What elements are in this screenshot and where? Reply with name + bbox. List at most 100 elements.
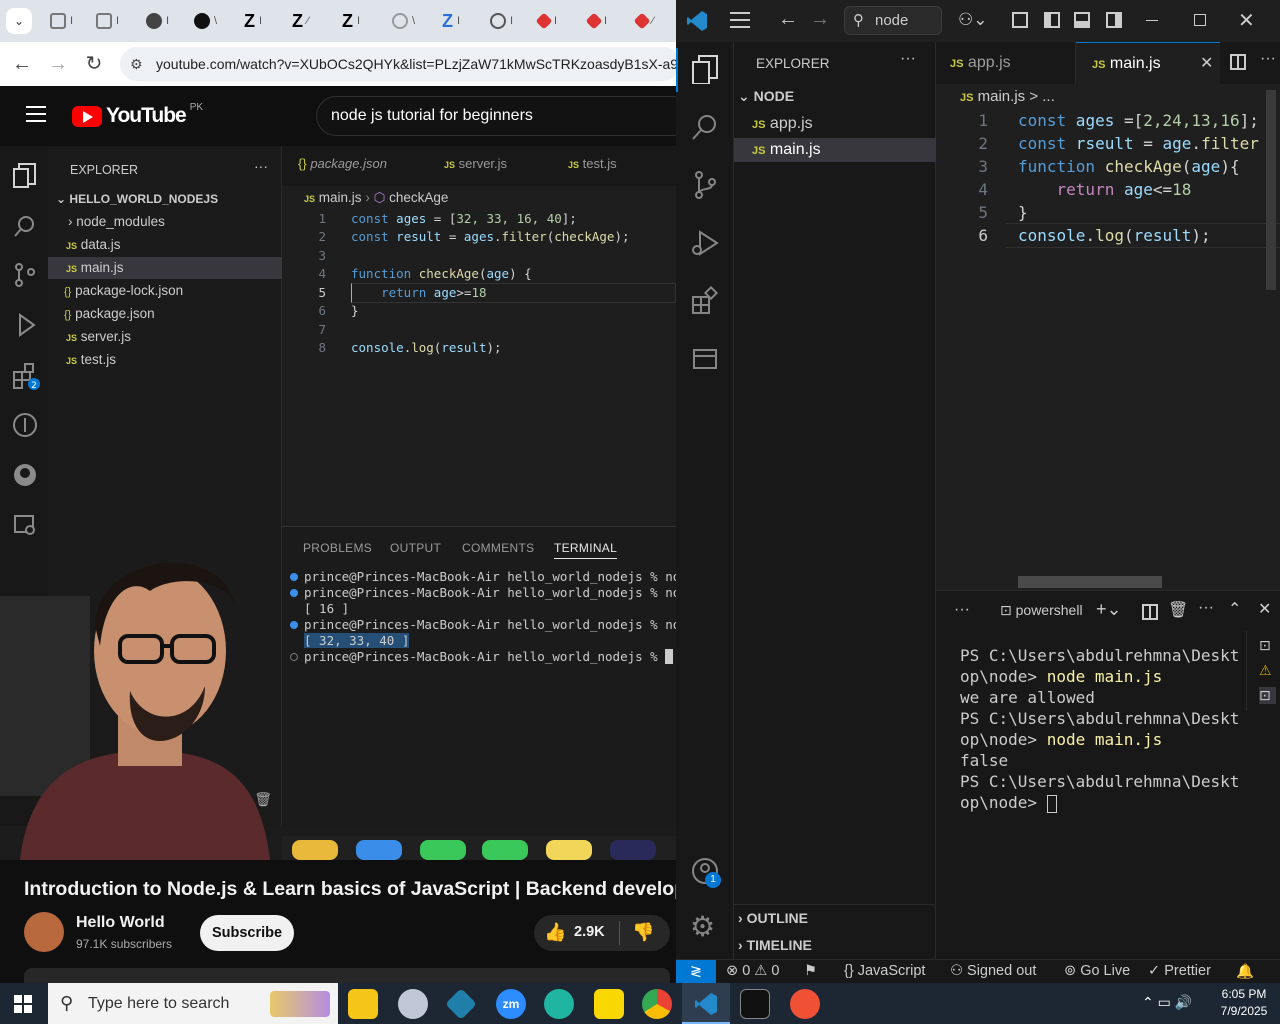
maximize-panel-icon[interactable]: ⌃ [1228, 599, 1241, 619]
file-item[interactable]: {} package-lock.json [48, 280, 282, 302]
file-item[interactable]: JS test.js [48, 349, 282, 371]
extensions-icon[interactable] [690, 286, 720, 316]
windows-start-icon[interactable] [14, 995, 32, 1013]
url-field[interactable]: ⚙ youtube.com/watch?v=XUbOCs2QHYk&list=P… [120, 47, 676, 81]
video-player[interactable]: 2 EXPLORER ··· ⌄ HELLO_WORLD_NODEJS › no… [0, 146, 676, 860]
customize-layout-icon[interactable] [1012, 12, 1028, 28]
reload-icon[interactable]: ↻ [82, 52, 106, 76]
toggle-panel-icon[interactable] [1074, 12, 1090, 28]
site-info-icon[interactable]: ⚙ [130, 47, 143, 81]
file-item-main-js[interactable]: JS main.js [734, 138, 936, 162]
vertical-scrollbar[interactable] [1266, 90, 1276, 290]
remote-explorer-icon[interactable] [690, 344, 720, 374]
warning-icon[interactable]: ⚠ [1259, 662, 1276, 679]
channel-avatar[interactable] [24, 912, 64, 952]
taskbar-active-app[interactable] [682, 983, 730, 1024]
notifications-bell-icon[interactable]: 🔔 [1236, 963, 1254, 980]
project-folder[interactable]: ⌄ HELLO_WORLD_NODEJS [48, 188, 282, 210]
youtube-search-input[interactable]: node js tutorial for beginners [316, 96, 676, 136]
back-icon[interactable]: ← [10, 52, 34, 76]
more-actions-icon[interactable]: ··· [1260, 50, 1276, 68]
toggle-secondary-sidebar-icon[interactable] [1106, 12, 1122, 28]
file-item[interactable]: JS data.js [48, 234, 282, 256]
browser-tab[interactable]: Z ⁄ [286, 8, 326, 34]
file-item[interactable]: › node_modules [48, 211, 282, 233]
split-terminal-icon[interactable] [1142, 604, 1158, 620]
tab-comments[interactable]: COMMENTS [462, 541, 534, 555]
close-panel-icon[interactable]: ✕ [1258, 599, 1271, 619]
browser-tab[interactable]: Ι [44, 8, 84, 34]
terminal-tab-icon[interactable]: ⊡ [1259, 637, 1276, 654]
tab-search-button[interactable]: ⌄ [6, 8, 32, 34]
source-control-icon[interactable] [690, 170, 720, 200]
browser-tab[interactable]: ⁄ [630, 8, 670, 34]
browser-tab[interactable]: ZΙ [436, 8, 476, 34]
app-icon[interactable] [445, 988, 477, 1020]
minimize-icon[interactable] [1146, 20, 1158, 21]
browser-tab[interactable]: Ι [582, 8, 622, 34]
menu-icon[interactable] [730, 12, 750, 28]
browser-tab[interactable]: ZΙ [238, 8, 278, 34]
new-terminal-icon[interactable]: +⌄ [1096, 599, 1122, 620]
file-item[interactable]: {} package.json [48, 303, 282, 325]
terminal-shell-selector[interactable]: ⊡ powershell [1000, 602, 1083, 619]
file-item-app-js[interactable]: JS app.js [734, 112, 936, 136]
file-item[interactable]: JS main.js [48, 257, 282, 279]
tab-terminal[interactable]: TERMINAL [554, 541, 618, 559]
problems-status[interactable]: ⊗ 0 ⚠ 0 [726, 963, 779, 979]
browser-tab[interactable]: Ι [484, 8, 524, 34]
browser-tab[interactable]: ZΙ [336, 8, 376, 34]
tab-test-js[interactable]: JS test.js [568, 156, 617, 171]
back-icon[interactable]: ← [778, 8, 798, 31]
tray-icons[interactable]: ⌃ ▭ 🔊 [1142, 994, 1192, 1011]
tab-app-js[interactable]: JS app.js [936, 42, 1076, 84]
browser-tab[interactable]: Ι [532, 8, 572, 34]
file-item[interactable]: JS server.js [48, 326, 282, 348]
terminal-tab-icon[interactable]: ⊡ [1259, 687, 1276, 704]
more-icon[interactable]: ··· [254, 158, 268, 174]
forward-icon[interactable]: → [810, 8, 830, 31]
split-editor-icon[interactable] [1230, 54, 1246, 70]
horizontal-scrollbar[interactable] [1018, 576, 1162, 588]
go-live-button[interactable]: ⊚ Go Live [1064, 963, 1130, 979]
more-actions-icon[interactable]: ··· [900, 50, 916, 68]
maximize-icon[interactable] [1194, 14, 1206, 26]
tab-package-json[interactable]: {} package.json [298, 156, 387, 171]
taskbar-search-input[interactable]: ⚲ Type here to search [48, 983, 338, 1024]
more-actions-icon[interactable]: ··· [1198, 599, 1214, 617]
tab-output[interactable]: OUTPUT [390, 541, 441, 555]
accounts-status[interactable]: ⚇ Signed out [950, 963, 1036, 979]
copilot-icon[interactable]: ⚇⌄ [958, 10, 987, 30]
menu-icon[interactable] [26, 106, 46, 122]
tab-main-js[interactable]: JS main.js ✕ [1076, 42, 1220, 84]
browser-tab[interactable]: Ι [90, 8, 130, 34]
outline-section[interactable]: › OUTLINE [738, 910, 808, 926]
remote-indicator-icon[interactable]: ≷ [676, 960, 716, 983]
folder-node[interactable]: ⌄ NODE [738, 88, 794, 105]
trash-icon[interactable]: 🗑 [1168, 600, 1188, 620]
edge-icon[interactable] [544, 989, 574, 1019]
prettier-status[interactable]: ✓ Prettier [1148, 963, 1211, 979]
browser-tab[interactable]: Ι [140, 8, 180, 34]
terminal-icon[interactable] [740, 989, 770, 1019]
tab-server-js[interactable]: JS server.js [444, 156, 507, 171]
timeline-section[interactable]: › TIMELINE [738, 937, 812, 953]
close-tab-icon[interactable]: ✕ [1200, 43, 1213, 85]
search-icon[interactable] [690, 112, 720, 142]
toggle-sidebar-icon[interactable] [1044, 12, 1060, 28]
app-icon[interactable] [398, 989, 428, 1019]
run-debug-icon[interactable] [690, 228, 720, 258]
subscribe-button[interactable]: Subscribe [200, 915, 294, 951]
file-explorer-icon[interactable] [348, 989, 378, 1019]
more-actions-icon[interactable]: ··· [954, 601, 970, 619]
like-count[interactable]: 2.9K [574, 924, 605, 940]
forward-icon[interactable]: → [46, 52, 70, 76]
command-center-search[interactable]: ⚲ node [844, 6, 942, 35]
clock[interactable]: 6:05 PM 7/9/2025 [1214, 987, 1274, 1018]
chrome-icon[interactable] [642, 989, 672, 1019]
close-icon[interactable]: ✕ [1238, 8, 1255, 33]
tab-problems[interactable]: PROBLEMS [303, 541, 372, 555]
like-icon[interactable]: 👍 [544, 922, 566, 943]
postman-icon[interactable] [790, 989, 820, 1019]
youtube-logo[interactable]: YouTube PK [72, 102, 203, 128]
